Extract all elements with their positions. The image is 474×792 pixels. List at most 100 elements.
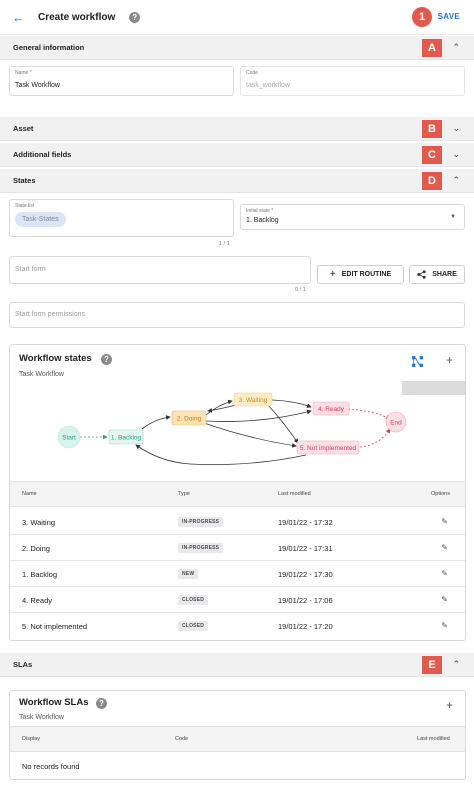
section-asset[interactable]: Asset ⌄ (0, 117, 474, 141)
start-form-field[interactable]: Start form (9, 256, 311, 284)
edit-pencil-icon[interactable]: ✎ (441, 595, 448, 604)
node-waiting-label: 3. Waiting (239, 397, 268, 404)
edge-waiting-doing (207, 404, 237, 413)
slas-table-header: Display Code Last modified (10, 726, 465, 752)
table-row[interactable]: 2. Doing IN-PROGRESS 19/01/22 - 17:31 ✎ (10, 535, 465, 561)
section-label: States (13, 176, 36, 185)
edge-doing-waiting (205, 399, 233, 416)
section-label: Additional fields (13, 150, 72, 159)
annotation-badge-b: B (422, 120, 442, 138)
section-slas[interactable]: SLAs ⌃ (0, 653, 474, 677)
help-icon[interactable]: ? (96, 698, 107, 709)
status-badge: IN-PROGRESS (178, 543, 224, 553)
name-value: Task Workflow (15, 82, 60, 89)
row-last-modified: 19/01/22 - 17:32 (278, 518, 333, 527)
section-label: General information (13, 43, 85, 52)
row-last-modified: 19/01/22 - 17:30 (278, 570, 333, 579)
edge-notimpl-end (359, 428, 391, 448)
start-form-counter: 0 / 1 (295, 287, 306, 293)
col-type[interactable]: Type (178, 491, 190, 497)
edit-pencil-icon[interactable]: ✎ (441, 517, 448, 526)
annotation-badge-a: A (422, 39, 442, 57)
diagram-view-icon[interactable] (411, 355, 424, 368)
back-arrow-icon[interactable]: ← (12, 10, 30, 25)
col-display[interactable]: Display (22, 736, 40, 742)
edge-backlog-doing (141, 415, 171, 430)
row-name: 5. Not implemented (22, 622, 88, 631)
plus-icon: + (329, 269, 336, 280)
chevron-down-icon[interactable]: ⌄ (452, 149, 460, 160)
node-ready-label: 4. Ready (318, 406, 345, 413)
col-last-modified[interactable]: Last modified (417, 736, 450, 742)
chevron-up-icon[interactable]: ⌃ (452, 175, 460, 186)
edit-pencil-icon[interactable]: ✎ (441, 569, 448, 578)
state-list-counter: 1 / 1 (219, 241, 230, 247)
state-list-field[interactable]: State list Task-States (9, 199, 234, 237)
annotation-badge-c: C (422, 146, 442, 164)
add-sla-button[interactable]: + (446, 698, 453, 712)
code-field: Code task_workflow (240, 66, 465, 96)
col-code[interactable]: Code (175, 736, 188, 742)
name-field[interactable]: Name * Task Workflow (9, 66, 234, 96)
initial-state-value: 1. Backlog (246, 217, 279, 224)
workflow-states-subtitle: Task Workflow (19, 371, 64, 378)
annotation-badge-e: E (422, 656, 442, 674)
share-icon (417, 270, 426, 279)
name-label: Name * (15, 70, 32, 76)
col-last-modified[interactable]: Last modified (278, 491, 311, 497)
start-form-permissions-field[interactable]: Start form permissions (9, 302, 465, 328)
section-general-information[interactable]: General information ⌃ (0, 36, 474, 60)
col-name[interactable]: Name (22, 491, 37, 497)
status-badge: CLOSED (178, 621, 209, 631)
row-last-modified: 19/01/22 - 17:06 (278, 596, 333, 605)
workflow-states-title: Workflow states (19, 353, 92, 364)
table-row[interactable]: 4. Ready CLOSED 19/01/22 - 17:06 ✎ (10, 587, 465, 613)
table-row[interactable]: 5. Not implemented CLOSED 19/01/22 - 17:… (10, 613, 465, 639)
section-additional-fields[interactable]: Additional fields ⌄ (0, 143, 474, 167)
row-last-modified: 19/01/22 - 17:31 (278, 544, 333, 553)
node-backlog-label: 1. Backlog (111, 435, 142, 442)
workflow-states-card: Workflow states ? Task Workflow + Start … (9, 344, 466, 641)
edit-pencil-icon[interactable]: ✎ (441, 621, 448, 630)
table-row[interactable]: 1. Backlog NEW 19/01/22 - 17:30 ✎ (10, 561, 465, 587)
workflow-diagram: Start 1. Backlog 2. Doing 3. Waiting 4. … (57, 392, 407, 465)
code-label: Code (246, 70, 258, 76)
help-icon[interactable]: ? (101, 354, 112, 365)
workflow-slas-card: Workflow SLAs ? Task Workflow + Display … (9, 690, 466, 780)
edit-pencil-icon[interactable]: ✎ (441, 543, 448, 552)
state-list-label: State list (15, 203, 35, 209)
empty-state-text: No records found (22, 762, 80, 771)
share-button[interactable]: SHARE (409, 265, 465, 284)
initial-state-label: Initial state * (246, 208, 274, 214)
node-not-implemented-label: 5. Not implemented (300, 445, 357, 452)
edge-ready-end (347, 408, 391, 420)
edit-routine-label: EDIT ROUTINE (341, 271, 392, 278)
chevron-up-icon[interactable]: ⌃ (452, 659, 460, 670)
edit-routine-button[interactable]: + EDIT ROUTINE (317, 265, 404, 284)
edge-doing-ready (205, 409, 312, 422)
help-icon[interactable]: ? (129, 11, 141, 23)
edge-doing-notimpl (203, 422, 297, 448)
node-start-label: Start (62, 435, 76, 442)
start-form-placeholder: Start form (15, 266, 46, 273)
code-value: task_workflow (246, 82, 290, 89)
dropdown-arrow-icon: ▼ (450, 214, 456, 220)
section-label: Asset (13, 124, 34, 133)
node-end-label: End (390, 420, 402, 427)
save-button[interactable]: SAVE (438, 12, 460, 21)
chevron-down-icon[interactable]: ⌄ (452, 123, 460, 134)
state-list-chip[interactable]: Task-States (15, 212, 66, 227)
edge-waiting-ready (271, 399, 312, 408)
states-table-header: Name Type Last modified Options (10, 481, 465, 507)
initial-state-select[interactable]: Initial state * 1. Backlog ▼ (240, 204, 465, 230)
chevron-up-icon[interactable]: ⌃ (452, 42, 460, 53)
col-options: Options (431, 491, 450, 497)
table-row[interactable]: 3. Waiting IN-PROGRESS 19/01/22 - 17:32 … (10, 509, 465, 535)
add-state-button[interactable]: + (446, 353, 453, 367)
row-last-modified: 19/01/22 - 17:20 (278, 622, 333, 631)
section-states[interactable]: States ⌃ (0, 169, 474, 193)
edge-notimpl-backlog (135, 444, 307, 465)
workflow-slas-title: Workflow SLAs (19, 697, 89, 708)
row-name: 1. Backlog (22, 570, 58, 579)
node-doing-label: 2. Doing (177, 416, 202, 423)
